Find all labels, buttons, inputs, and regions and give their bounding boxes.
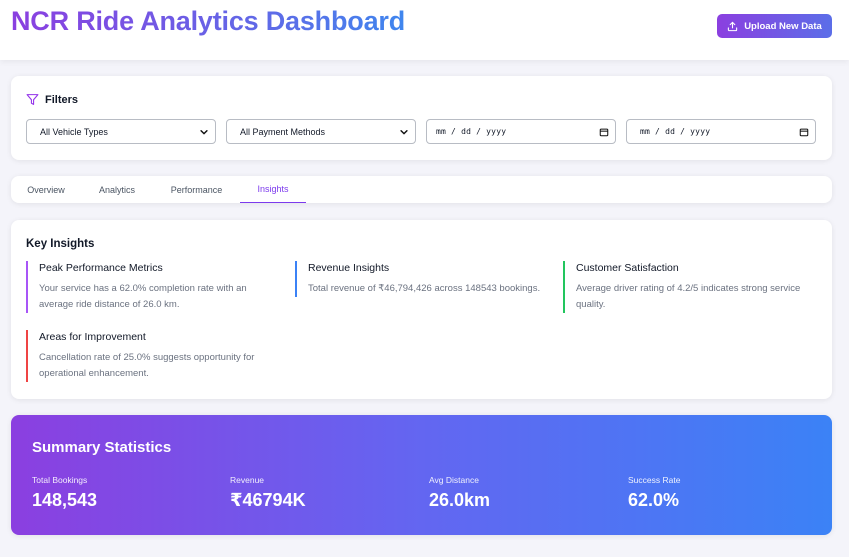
upload-icon bbox=[728, 21, 738, 31]
upload-button-label: Upload New Data bbox=[744, 20, 822, 32]
insight-peak-performance: Peak Performance Metrics Your service ha… bbox=[26, 261, 276, 313]
end-date-placeholder: mm / dd / yyyy bbox=[640, 127, 711, 136]
stat-label: Total Bookings bbox=[32, 475, 88, 485]
chevron-down-icon bbox=[200, 129, 208, 134]
chevron-down-icon bbox=[400, 129, 408, 134]
summary-title: Summary Statistics bbox=[32, 439, 172, 456]
page-title: NCR Ride Analytics Dashboard bbox=[11, 6, 405, 36]
insight-text: Cancellation rate of 25.0% suggests oppo… bbox=[39, 352, 255, 379]
insights-title: Key Insights bbox=[26, 238, 95, 250]
vehicle-type-value: All Vehicle Types bbox=[40, 126, 108, 137]
end-date-input[interactable]: mm / dd / yyyy bbox=[626, 119, 816, 144]
payment-method-value: All Payment Methods bbox=[240, 126, 326, 137]
summary-statistics-panel: Summary Statistics Total Bookings 148,54… bbox=[11, 415, 832, 535]
insight-title: Peak Performance Metrics bbox=[39, 262, 163, 274]
tab-performance[interactable]: Performance bbox=[159, 176, 234, 203]
stat-value: 148,543 bbox=[32, 490, 98, 510]
start-date-placeholder: mm / dd / yyyy bbox=[436, 127, 507, 136]
start-date-input[interactable]: mm / dd / yyyy bbox=[426, 119, 616, 144]
insight-customer-satisfaction: Customer Satisfaction Average driver rat… bbox=[563, 261, 813, 313]
filters-panel: Filters All Vehicle Types All Payment Me… bbox=[11, 76, 832, 160]
insight-title: Areas for Improvement bbox=[39, 331, 146, 343]
payment-method-select[interactable]: All Payment Methods bbox=[226, 119, 416, 144]
calendar-icon[interactable] bbox=[799, 127, 809, 137]
filter-icon bbox=[26, 94, 39, 105]
stat-label: Revenue bbox=[230, 475, 265, 485]
vehicle-type-select[interactable]: All Vehicle Types bbox=[26, 119, 216, 144]
upload-new-data-button[interactable]: Upload New Data bbox=[717, 14, 832, 38]
insight-text: Your service has a 62.0% completion rate… bbox=[39, 283, 247, 310]
tab-insights[interactable]: Insights bbox=[240, 176, 306, 203]
insight-title: Customer Satisfaction bbox=[576, 262, 679, 274]
stat-revenue: Revenue ₹46794K bbox=[230, 475, 306, 511]
insights-panel: Key Insights Peak Performance Metrics Yo… bbox=[11, 220, 832, 399]
stat-label: Success Rate bbox=[628, 475, 681, 485]
filters-title: Filters bbox=[45, 93, 79, 106]
tab-bar: Overview Analytics Performance Insights bbox=[11, 176, 832, 203]
stat-value: 26.0km bbox=[429, 490, 491, 510]
insight-areas-for-improvement: Areas for Improvement Cancellation rate … bbox=[26, 330, 276, 382]
insight-text: Average driver rating of 4.2/5 indicates… bbox=[576, 283, 801, 310]
app-header: NCR Ride Analytics Dashboard Upload New … bbox=[0, 0, 849, 60]
calendar-icon[interactable] bbox=[599, 127, 609, 137]
tab-overview[interactable]: Overview bbox=[17, 176, 75, 203]
filters-heading: Filters bbox=[26, 93, 78, 106]
insight-text: Total revenue of ₹46,794,426 across 1485… bbox=[308, 283, 541, 294]
insight-title: Revenue Insights bbox=[308, 262, 390, 274]
stat-value: 62.0% bbox=[628, 490, 680, 510]
stat-avg-distance: Avg Distance 26.0km bbox=[429, 475, 490, 511]
stat-total-bookings: Total Bookings 148,543 bbox=[32, 475, 97, 511]
stat-label: Avg Distance bbox=[429, 475, 479, 485]
stat-value: ₹46794K bbox=[230, 490, 306, 510]
stat-success-rate: Success Rate 62.0% bbox=[628, 475, 680, 511]
tab-analytics[interactable]: Analytics bbox=[87, 176, 147, 203]
insight-revenue: Revenue Insights Total revenue of ₹46,79… bbox=[295, 261, 545, 297]
